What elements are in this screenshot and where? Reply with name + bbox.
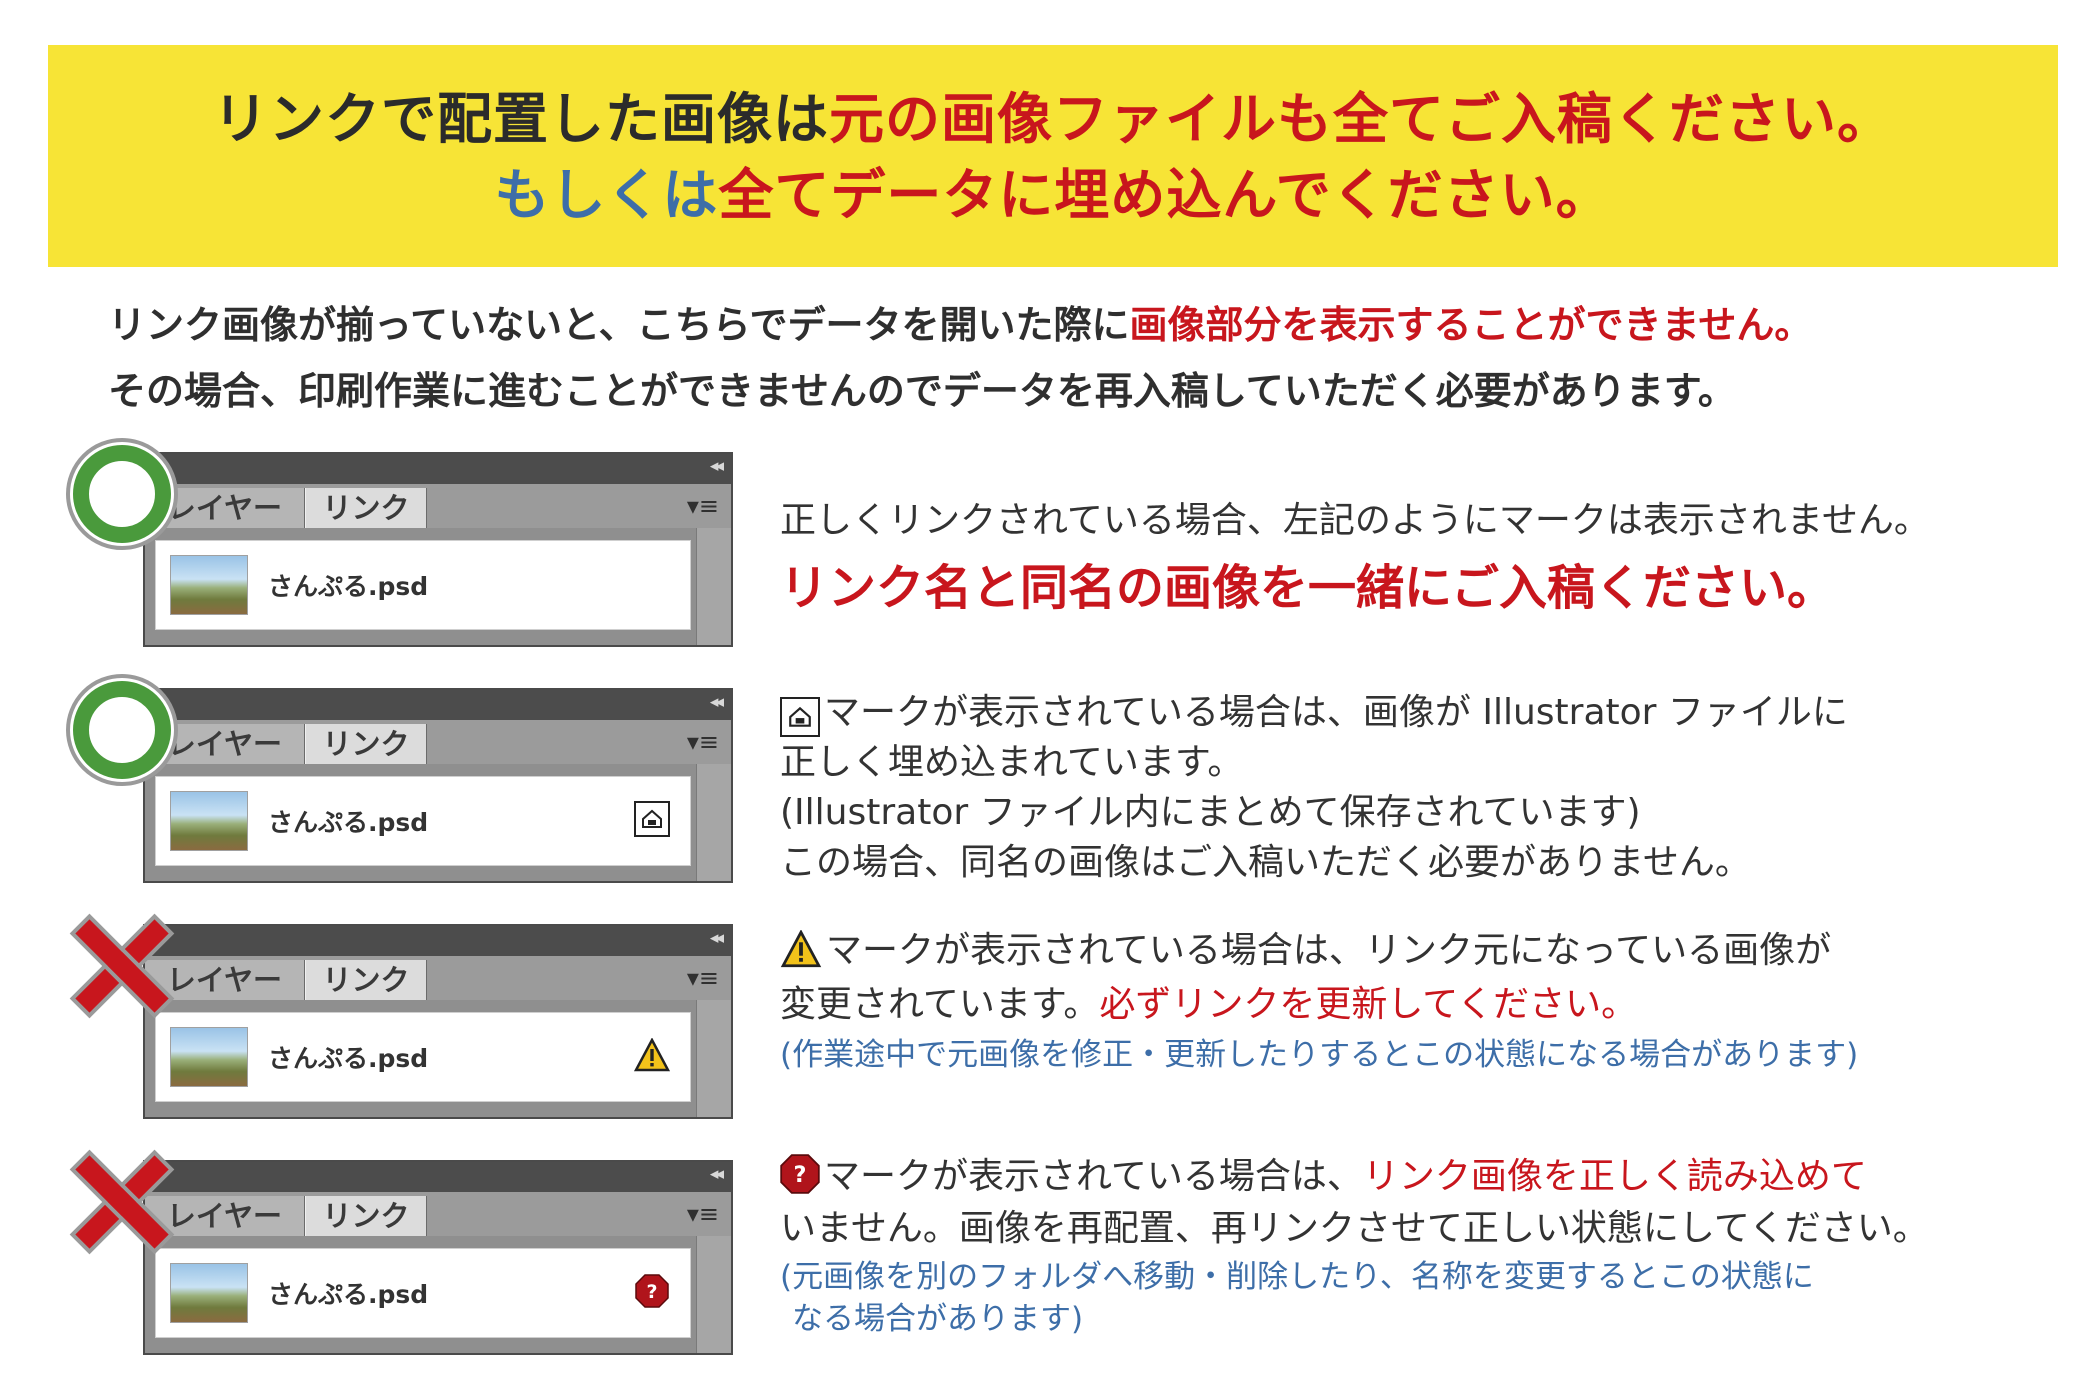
row1-text1: 正しくリンクされている場合、左記のようにマークは表示されません。 [780,500,1930,541]
panel-tabs: レイヤー リンク ▾≡ [145,484,731,529]
panel-menu-icon[interactable]: ▾≡ [687,494,719,518]
panel-tabs: レイヤー リンク ▾≡ [145,720,731,765]
panel-title-bar: ◂◂ [145,1162,731,1192]
row3-text2-black: 変更されています。 [780,984,1100,1025]
panel-menu-icon[interactable]: ▾≡ [687,730,719,754]
example-row-embedded: ◂◂ レイヤー リンク ▾≡ さんぷる.psd マークが表示されている場合は、画… [0,674,2100,908]
collapse-icon[interactable]: ◂◂ [710,456,724,476]
collapse-icon[interactable]: ◂◂ [710,928,724,948]
link-list-item[interactable]: さんぷる.psd [155,776,691,866]
panel-menu-icon[interactable]: ▾≡ [687,966,719,990]
image-thumbnail [170,1027,248,1087]
tab-links[interactable]: リンク [305,1196,427,1236]
link-list-item[interactable]: さんぷる.psd [155,1012,691,1102]
row3-text2-red: 必ずリンクを更新してください。 [1099,984,1638,1025]
row1-text2: リンク名と同名の画像を一緒にご入稿ください。 [780,560,1836,616]
link-list-item[interactable]: さんぷる.psd ? [155,1248,691,1338]
panel-tabs: レイヤー リンク ▾≡ [145,1192,731,1237]
embedded-icon [634,801,670,837]
link-filename: さんぷる.psd [268,808,429,837]
panel-body: さんぷる.psd [145,764,731,881]
image-thumbnail [170,791,248,851]
warning-inline-icon [780,929,822,982]
links-panel: ◂◂ レイヤー リンク ▾≡ さんぷる.psd [143,688,733,883]
intro-line-1-black: リンク画像が揃っていないと、こちらでデータを開いた際に [108,303,1130,347]
links-panel: ◂◂ レイヤー リンク ▾≡ さんぷる.psd [143,924,733,1119]
embedded-inline-icon [780,697,820,737]
link-list-item[interactable]: さんぷる.psd [155,540,691,630]
image-thumbnail [170,1263,248,1323]
banner-line-2-red: 全てデータに埋め込んでください。 [718,163,1612,227]
banner-line-1: リンクで配置した画像は元の画像ファイルも全てご入稿ください。 [48,81,2058,157]
banner-line-2: もしくは全てデータに埋め込んでください。 [48,157,2058,233]
missing-inline-icon: ? [780,1154,820,1208]
tab-links[interactable]: リンク [305,960,427,1000]
missing-link-icon: ? [634,1273,670,1309]
banner-line-1-red: 元の画像ファイルも全てご入稿ください。 [829,87,1894,151]
intro-line-2: その場合、印刷作業に進むことができませんのでデータを再入稿していただく必要があり… [108,369,1736,413]
panel-body: さんぷる.psd [145,528,731,645]
row2-text4: この場合、同名の画像はご入稿いただく必要がありません。 [780,842,1751,883]
row3-text1: マークが表示されている場合は、リンク元になっている画像が [780,926,1831,982]
svg-text:?: ? [646,1281,657,1303]
image-thumbnail [170,555,248,615]
row2-text2: 正しく埋め込まれています。 [780,742,1244,783]
row4-text3: (元画像を別のフォルダへ移動・削除したり、名称を変更するとこの状態に [780,1259,1814,1295]
collapse-icon[interactable]: ◂◂ [710,692,724,712]
row3-text3: (作業途中で元画像を修正・更新したりするとこの状態になる場合があります) [780,1037,1859,1073]
example-row-linked: ◂◂ レイヤー リンク ▾≡ さんぷる.psd 正しくリンクされている場合、左記… [0,438,2100,672]
panel-title-bar: ◂◂ [145,926,731,956]
link-filename: さんぷる.psd [268,1044,429,1073]
row2-text1: マークが表示されている場合は、画像が Illustrator ファイルに [780,688,1848,738]
link-filename: さんぷる.psd [268,1280,429,1309]
tab-links[interactable]: リンク [305,724,427,764]
row4-text2: いません。画像を再配置、再リンクさせて正しい状態にしてください。 [780,1208,1929,1249]
example-row-modified: ◂◂ レイヤー リンク ▾≡ さんぷる.psd マークが表示されている場合は、リ… [0,913,2100,1144]
row3-text2: 変更されています。必ずリンクを更新してください。 [780,980,1637,1030]
ok-circle-icon [66,674,178,786]
ok-circle-icon [66,438,178,550]
example-row-missing: ◂◂ レイヤー リンク ▾≡ さんぷる.psd ? ? マークが表示されている場… [0,1149,2100,1380]
svg-text:?: ? [794,1162,807,1188]
intro-line-1-red: 画像部分を表示することができません。 [1129,303,1813,347]
panel-scrollbar[interactable] [696,1236,731,1353]
panel-title-bar: ◂◂ [145,690,731,720]
warning-icon [634,1037,670,1073]
panel-scrollbar[interactable] [696,1000,731,1117]
collapse-icon[interactable]: ◂◂ [710,1164,724,1184]
intro-line-1: リンク画像が揃っていないと、こちらでデータを開いた際に画像部分を表示することがで… [108,292,2068,358]
ng-cross-icon [69,913,175,1019]
link-filename: さんぷる.psd [268,572,429,601]
panel-body: さんぷる.psd ? [145,1236,731,1353]
ng-cross-icon [69,1149,175,1255]
row4-text4: なる場合があります) [792,1301,1084,1337]
panel-scrollbar[interactable] [696,764,731,881]
row3-text1-label: マークが表示されている場合は、リンク元になっている画像が [826,930,1832,971]
panel-body: さんぷる.psd [145,1000,731,1117]
tab-links[interactable]: リンク [305,488,427,528]
row4-text1-black: マークが表示されている場合は、 [824,1156,1363,1197]
headline-banner: リンクで配置した画像は元の画像ファイルも全てご入稿ください。 もしくは全てデータ… [48,45,2058,267]
links-panel: ◂◂ レイヤー リンク ▾≡ さんぷる.psd [143,452,733,647]
panel-menu-icon[interactable]: ▾≡ [687,1202,719,1226]
row4-text1-red: リンク画像を正しく読み込めて [1362,1156,1867,1197]
links-panel: ◂◂ レイヤー リンク ▾≡ さんぷる.psd ? [143,1160,733,1355]
panel-tabs: レイヤー リンク ▾≡ [145,956,731,1001]
row2-text3: (Illustrator ファイル内にまとめて保存されています) [780,792,1641,833]
panel-scrollbar[interactable] [696,528,731,645]
banner-line-1-black: リンクで配置した画像は [212,87,829,151]
panel-title-bar: ◂◂ [145,454,731,484]
row4-text1: ? マークが表示されている場合は、リンク画像を正しく読み込めて [780,1152,1867,1208]
intro-text: リンク画像が揃っていないと、こちらでデータを開いた際に画像部分を表示することがで… [108,292,2068,424]
banner-line-2-blue: もしくは [494,163,719,227]
row2-text1-label: マークが表示されている場合は、画像が Illustrator ファイルに [824,692,1848,733]
